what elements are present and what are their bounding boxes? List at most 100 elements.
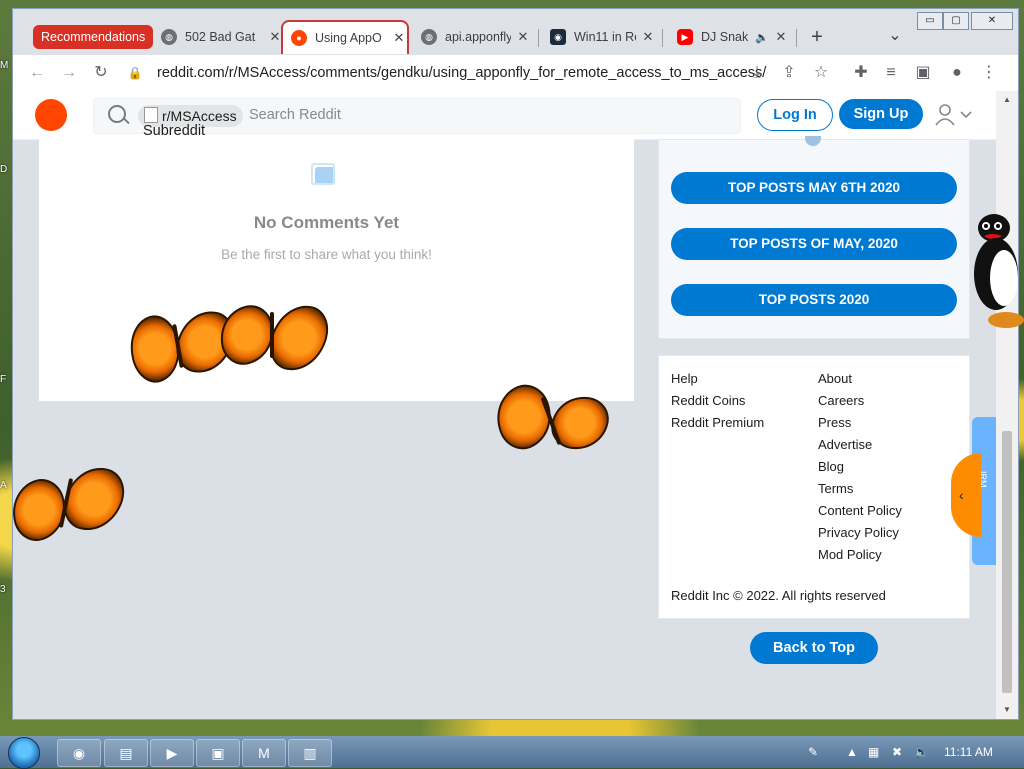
- footer-link-advertise[interactable]: Advertise: [818, 437, 872, 452]
- terminal-taskbar-icon[interactable]: ▣: [196, 739, 240, 767]
- recommendations-tab-group[interactable]: Recommendations: [33, 25, 154, 49]
- no-comments-subtext: Be the first to share what you think!: [221, 247, 432, 262]
- user-menu-dropdown[interactable]: [933, 103, 977, 127]
- file-explorer-taskbar-icon[interactable]: ▤: [104, 739, 148, 767]
- search-placeholder: Search Reddit: [249, 107, 341, 123]
- close-icon[interactable]: ✕: [773, 29, 789, 45]
- desktop-icon-label: F: [0, 374, 7, 385]
- tab-label: 502 Bad Gat: [185, 30, 256, 44]
- footer-link-press[interactable]: Press: [818, 415, 851, 430]
- minimize-button[interactable]: ▭: [917, 12, 943, 30]
- footer-link-privacy-policy[interactable]: Privacy Policy: [818, 525, 899, 540]
- subreddit-chip-label: r/MSAccess: [162, 108, 237, 124]
- chevron-left-icon: ‹: [959, 487, 964, 503]
- chrome-taskbar-icon[interactable]: ◉: [57, 739, 101, 767]
- scroll-up-icon[interactable]: ▲: [1003, 95, 1011, 104]
- scroll-down-icon[interactable]: ▼: [1003, 705, 1011, 714]
- win11-icon: ◉: [550, 29, 566, 45]
- speaker-icon[interactable]: 🔈: [755, 31, 769, 44]
- address-bar[interactable]: reddit.com/r/MSAccess/comments/gendku/us…: [157, 60, 797, 86]
- footer-link-terms[interactable]: Terms: [818, 481, 853, 496]
- taskbar-clock[interactable]: 11:11 AM: [944, 745, 993, 759]
- login-button[interactable]: Log In: [757, 99, 833, 131]
- side-panel-icon[interactable]: ▣: [913, 63, 933, 83]
- network-icon[interactable]: ▦: [868, 745, 879, 759]
- scrollbar-thumb[interactable]: [1002, 431, 1012, 693]
- butterfly-decoration: [215, 296, 335, 379]
- browser-toolbar: ← → ↻ 🔒 reddit.com/r/MSAccess/comments/g…: [13, 55, 1018, 91]
- install-app-icon[interactable]: ⤓: [747, 63, 767, 83]
- footer-link-mod-policy[interactable]: Mod Policy: [818, 547, 882, 562]
- broken-image-icon: [144, 107, 158, 123]
- volume-icon[interactable]: 🔈: [914, 745, 929, 759]
- youtube-icon: ▶: [677, 29, 693, 45]
- maximize-button[interactable]: ▢: [943, 12, 969, 30]
- top-posts-day-button[interactable]: TOP POSTS MAY 6TH 2020: [671, 172, 957, 204]
- copyright-text: Reddit Inc © 2022. All rights reserved: [671, 588, 886, 603]
- malwarebytes-taskbar-icon[interactable]: M: [242, 739, 286, 767]
- desktop-icon-label: D: [0, 164, 8, 175]
- footer-link-about[interactable]: About: [818, 371, 852, 386]
- footer-link-premium[interactable]: Reddit Premium: [671, 415, 764, 430]
- close-window-button[interactable]: ✕: [971, 12, 1013, 30]
- desktop-icon-label: 3: [0, 584, 6, 595]
- desktop-icon-label: M: [0, 60, 9, 71]
- tab-label: Win11 in Re: [574, 30, 636, 44]
- user-icon: [935, 104, 972, 126]
- close-icon[interactable]: ✕: [391, 30, 407, 46]
- lock-icon[interactable]: 🔒: [125, 63, 145, 83]
- globe-icon: ◍: [161, 29, 177, 45]
- signup-button[interactable]: Sign Up: [839, 99, 923, 129]
- extensions-icon[interactable]: ✚: [851, 63, 871, 83]
- app-taskbar-icon[interactable]: ▥: [288, 739, 332, 767]
- tab-label: Using AppO: [315, 31, 382, 45]
- top-posts-widget: TOP POSTS MAY 6TH 2020 TOP POSTS OF MAY,…: [658, 136, 970, 339]
- tab-win11[interactable]: ◉ Win11 in Re ✕: [550, 22, 656, 52]
- widget-decoration: [805, 136, 821, 146]
- butterfly-decoration: [486, 377, 613, 462]
- reload-icon[interactable]: ↻: [91, 63, 111, 83]
- tab-dj-snake[interactable]: ▶ DJ Snak 🔈 ✕: [677, 22, 789, 52]
- tab-using-apponfly[interactable]: ● Using AppO ✕: [281, 20, 409, 54]
- top-posts-year-button[interactable]: TOP POSTS 2020: [671, 284, 957, 316]
- vertical-scrollbar[interactable]: ▲ ▼: [996, 91, 1018, 719]
- profile-icon[interactable]: ●: [947, 63, 967, 83]
- tab-502-bad-gateway[interactable]: ◍ 502 Bad Gat ✕: [161, 22, 283, 52]
- close-icon[interactable]: ✕: [515, 29, 531, 45]
- tab-api-apponfly[interactable]: ◍ api.apponfly ✕: [421, 22, 531, 52]
- footer-link-content-policy[interactable]: Content Policy: [818, 503, 902, 518]
- new-tab-icon[interactable]: +: [807, 27, 827, 47]
- reddit-logo-icon[interactable]: [35, 99, 67, 131]
- network-error-icon[interactable]: ✖: [892, 745, 902, 759]
- tab-divider: [796, 29, 797, 47]
- footer-links: Help Reddit Coins Reddit Premium About C…: [658, 355, 970, 619]
- footer-link-help[interactable]: Help: [671, 371, 698, 386]
- footer-link-blog[interactable]: Blog: [818, 459, 844, 474]
- reddit-header: r/MSAccess Search Reddit Subreddit Icon …: [13, 91, 996, 155]
- show-hidden-icons-chevron-icon[interactable]: ▲: [846, 745, 858, 759]
- tab-divider: [538, 29, 539, 47]
- reddit-icon: ●: [291, 30, 307, 46]
- globe-icon: ◍: [421, 29, 437, 45]
- no-comments-heading: No Comments Yet: [253, 213, 400, 232]
- tab-divider: [662, 29, 663, 47]
- back-icon[interactable]: ←: [27, 63, 47, 83]
- share-icon[interactable]: ⇪: [779, 63, 799, 83]
- action-center-icon[interactable]: ✎: [808, 745, 818, 759]
- media-control-icon[interactable]: ≡: [881, 63, 901, 83]
- start-button[interactable]: [8, 737, 40, 769]
- top-posts-month-button[interactable]: TOP POSTS OF MAY, 2020: [671, 228, 957, 260]
- menu-icon[interactable]: ⋮: [979, 63, 999, 83]
- search-icon: [108, 105, 126, 123]
- back-to-top-button[interactable]: Back to Top: [750, 632, 878, 664]
- tab-search-chevron-icon[interactable]: ⌄: [885, 26, 905, 46]
- tab-strip: ▭ ▢ ✕ Recommendations ◍ 502 Bad Gat ✕ ● …: [13, 9, 1018, 55]
- penguin-mascot-decoration: [968, 212, 1024, 332]
- footer-link-careers[interactable]: Careers: [818, 393, 864, 408]
- media-player-taskbar-icon[interactable]: ▶: [150, 739, 194, 767]
- close-icon[interactable]: ✕: [640, 29, 656, 45]
- forward-icon[interactable]: →: [59, 63, 79, 83]
- butterfly-decoration: [5, 458, 131, 546]
- footer-link-coins[interactable]: Reddit Coins: [671, 393, 745, 408]
- bookmark-star-icon[interactable]: ☆: [811, 63, 831, 83]
